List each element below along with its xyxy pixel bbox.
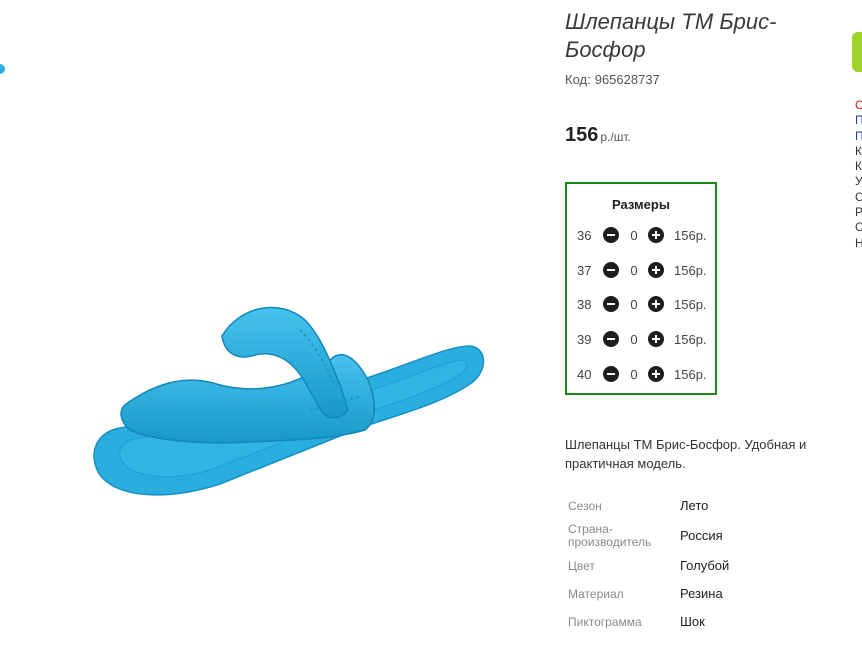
product-image[interactable] (0, 0, 540, 647)
size-row: 37 0 156р. (567, 262, 715, 280)
cutoff-letter: Р (855, 205, 862, 220)
product-description: Шлепанцы ТМ Брис-Босфор. Удобная и практ… (565, 437, 807, 471)
left-edge-mark (0, 62, 6, 76)
size-quantity: 0 (630, 367, 638, 382)
plus-circle-icon[interactable] (648, 331, 664, 347)
minus-circle-icon[interactable] (603, 296, 619, 312)
minus-circle-icon[interactable] (603, 262, 619, 278)
cutoff-letter: Н (855, 235, 862, 250)
plus-circle-icon[interactable] (648, 262, 664, 278)
cutoff-letter: К (855, 143, 862, 158)
cutoff-letter[interactable]: П (855, 129, 862, 144)
cutoff-letter[interactable]: С (855, 98, 862, 113)
plus-circle-icon[interactable] (648, 366, 664, 382)
spec-label: Страна-производитель (568, 522, 652, 549)
slipper-illustration (93, 306, 485, 496)
price-value: 156 (565, 124, 599, 146)
size-row: 38 0 156р. (567, 296, 715, 314)
plus-circle-icon[interactable] (648, 296, 664, 312)
size-label: 37 (577, 263, 592, 278)
size-label: 36 (577, 228, 592, 243)
spec-label: Пиктограмма (568, 615, 642, 629)
product-code: Код: 965628737 (565, 72, 660, 87)
spec-value: Россия (680, 528, 723, 543)
sizes-title: Размеры (612, 197, 670, 212)
size-quantity: 0 (630, 228, 638, 243)
spec-label: Сезон (568, 499, 602, 513)
sizes-panel: Размеры 36 0 156р. 37 0 156р. 38 0 156р.… (565, 182, 717, 395)
size-label: 40 (577, 367, 592, 382)
product-code-value: 965628737 (594, 72, 660, 87)
spec-label: Материал (568, 587, 624, 601)
size-quantity: 0 (630, 263, 638, 278)
cutoff-letter: С (855, 189, 862, 204)
size-price: 156р. (674, 367, 707, 382)
size-row: 40 0 156р. (567, 366, 715, 384)
product-title: Шлепанцы ТМ Брис-Босфор (565, 9, 777, 62)
size-price: 156р. (674, 263, 707, 278)
size-label: 38 (577, 297, 592, 312)
minus-circle-icon[interactable] (603, 331, 619, 347)
spec-value: Шок (680, 614, 705, 629)
plus-circle-icon[interactable] (648, 227, 664, 243)
size-row: 36 0 156р. (567, 227, 715, 245)
minus-circle-icon[interactable] (603, 227, 619, 243)
size-quantity: 0 (630, 297, 638, 312)
product-price: 156 р./шт. (565, 124, 631, 147)
cutoff-links: С П П К К У С Р С Н (855, 98, 862, 251)
size-label: 39 (577, 332, 592, 347)
size-price: 156р. (674, 297, 707, 312)
cutoff-letter: К (855, 159, 862, 174)
spec-value: Лето (680, 498, 709, 513)
size-price: 156р. (674, 228, 707, 243)
size-quantity: 0 (630, 332, 638, 347)
cutoff-letter[interactable]: П (855, 113, 862, 128)
spec-value: Резина (680, 586, 723, 601)
size-row: 39 0 156р. (567, 331, 715, 349)
cutoff-letter: У (855, 174, 862, 189)
right-sidebar-cutoff: С П П К К У С Р С Н (848, 0, 862, 647)
product-code-label: Код: (565, 72, 591, 87)
price-unit: р./шт. (600, 130, 631, 144)
cutoff-letter: С (855, 220, 862, 235)
minus-circle-icon[interactable] (603, 366, 619, 382)
green-tab-button[interactable] (852, 32, 862, 72)
spec-value: Голубой (680, 558, 730, 573)
size-price: 156р. (674, 332, 707, 347)
spec-label: Цвет (568, 559, 595, 573)
partial-icon (0, 64, 5, 74)
